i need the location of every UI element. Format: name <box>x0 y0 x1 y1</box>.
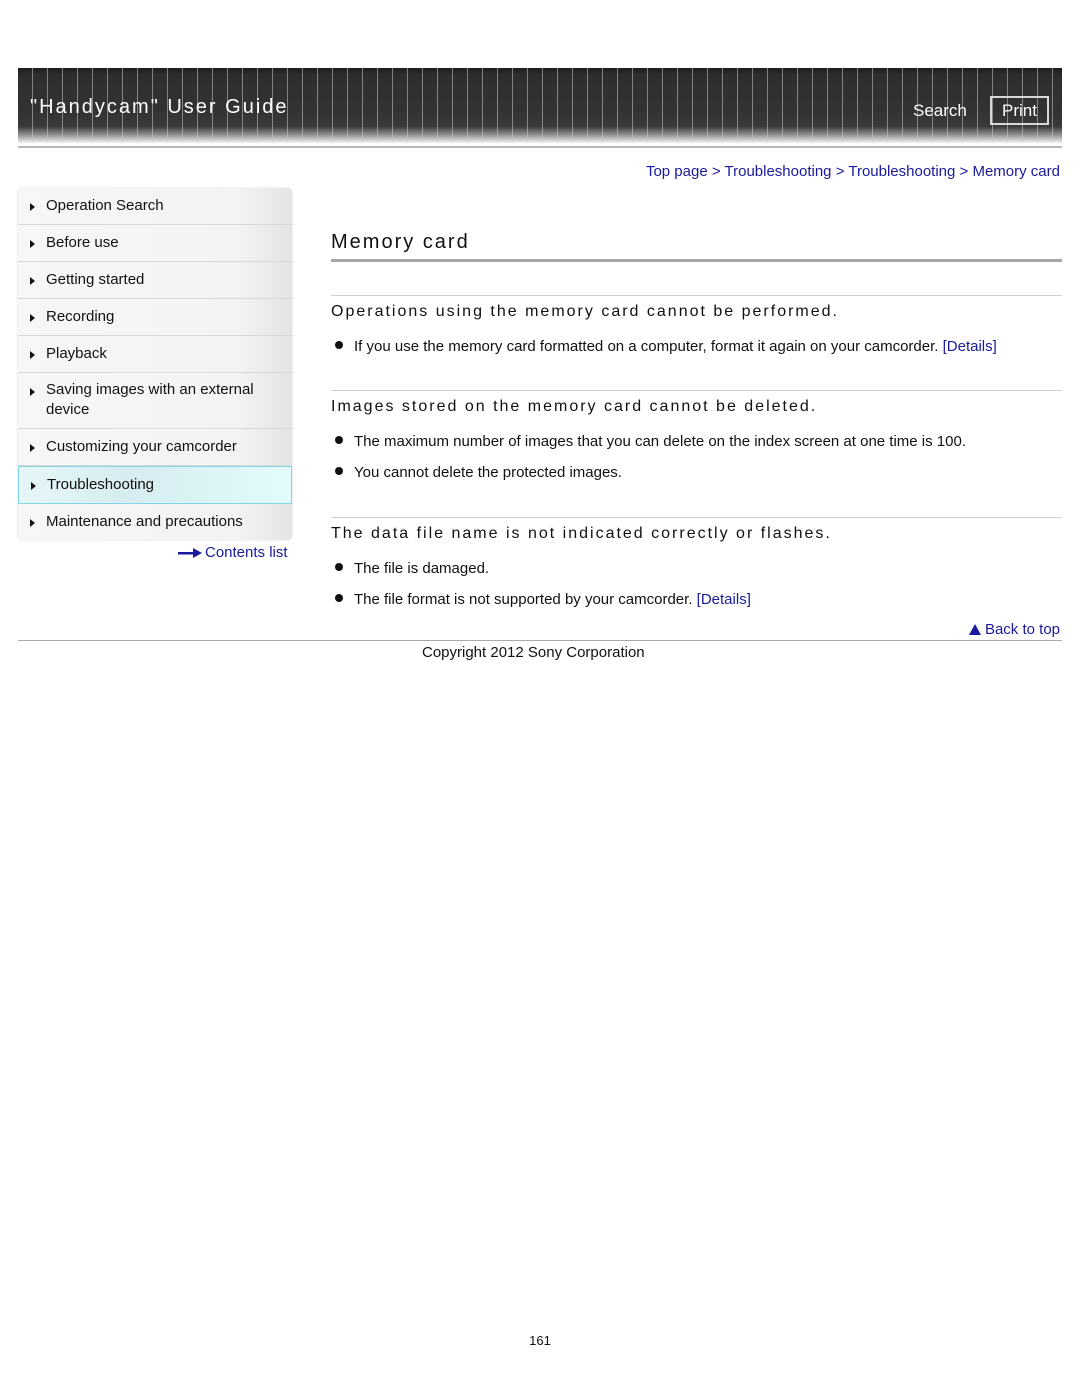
sidebar-item-label: Getting started <box>46 271 145 288</box>
breadcrumb: Top page > Troubleshooting > Troubleshoo… <box>646 163 1060 180</box>
sidebar-item-label: Before use <box>46 234 119 251</box>
title-divider <box>331 259 1062 262</box>
triangle-up-icon <box>968 624 981 635</box>
sidebar-item-label: Recording <box>46 308 115 325</box>
guide-title: "Handycam" User Guide <box>30 96 289 118</box>
list-item-text: The maximum number of images that you ca… <box>354 433 966 450</box>
list-item: If you use the memory card formatted on … <box>335 338 997 355</box>
section-divider <box>331 295 1062 296</box>
sidebar-item-label: Maintenance and precautions <box>46 513 243 530</box>
breadcrumb-separator: > <box>711 163 725 180</box>
triangle-right-icon <box>30 203 35 211</box>
breadcrumb-memory-card[interactable]: Memory card <box>972 163 1060 180</box>
triangle-right-icon <box>30 277 35 285</box>
triangle-right-icon <box>30 314 35 322</box>
bullet-icon <box>335 436 343 444</box>
triangle-right-icon <box>30 388 35 396</box>
triangle-right-icon <box>31 482 36 490</box>
contents-list-label: Contents list <box>205 544 288 561</box>
breadcrumb-troubleshooting-1[interactable]: Troubleshooting <box>725 163 832 180</box>
bullet-icon <box>335 594 343 602</box>
breadcrumb-separator: > <box>959 163 973 180</box>
breadcrumb-troubleshooting-2[interactable]: Troubleshooting <box>848 163 955 180</box>
breadcrumb-separator: > <box>835 163 849 180</box>
list-item: You cannot delete the protected images. <box>335 464 622 481</box>
sidebar-item-before-use[interactable]: Before use <box>18 225 292 262</box>
sidebar-nav: Operation Search Before use Getting star… <box>18 188 292 540</box>
section-heading: The data file name is not indicated corr… <box>331 525 832 542</box>
sidebar-item-troubleshooting[interactable]: Troubleshooting <box>18 466 292 504</box>
page-title: Memory card <box>331 231 470 253</box>
sidebar-item-label: Saving images with an external device <box>46 381 254 418</box>
sidebar-item-getting-started[interactable]: Getting started <box>18 262 292 299</box>
sidebar-item-label: Troubleshooting <box>47 476 155 493</box>
list-item: The file is damaged. <box>335 560 489 577</box>
sidebar-item-saving-images[interactable]: Saving images with an external device <box>18 373 292 429</box>
sidebar-item-label: Operation Search <box>46 197 164 214</box>
back-to-top-link[interactable]: Back to top <box>968 621 1060 638</box>
list-item-text: The file is damaged. <box>354 560 490 577</box>
page-number: 161 <box>529 1333 551 1348</box>
print-button[interactable]: Print <box>990 96 1049 125</box>
bullet-icon <box>335 563 343 571</box>
list-item-text: If you use the memory card formatted on … <box>354 338 939 355</box>
contents-list-link[interactable]: Contents list <box>178 544 288 561</box>
back-to-top-label: Back to top <box>984 621 1060 638</box>
header-divider <box>18 146 1062 148</box>
triangle-right-icon <box>30 519 35 527</box>
triangle-right-icon <box>30 444 35 452</box>
details-link[interactable]: [Details] <box>697 591 751 608</box>
section-heading: Images stored on the memory card cannot … <box>331 398 818 415</box>
section-divider <box>331 390 1062 391</box>
footer-divider <box>18 640 1062 641</box>
details-link[interactable]: [Details] <box>943 338 997 355</box>
bullet-icon <box>335 341 343 349</box>
section-heading: Operations using the memory card cannot … <box>331 303 839 320</box>
sidebar-item-recording[interactable]: Recording <box>18 299 292 336</box>
triangle-right-icon <box>30 351 35 359</box>
list-item-text: You cannot delete the protected images. <box>354 464 622 481</box>
list-item: The maximum number of images that you ca… <box>335 433 966 450</box>
sidebar-item-operation-search[interactable]: Operation Search <box>18 188 292 225</box>
arrow-right-icon <box>178 548 202 559</box>
sidebar-item-customizing[interactable]: Customizing your camcorder <box>18 429 292 466</box>
triangle-right-icon <box>30 240 35 248</box>
header-banner: "Handycam" User Guide Search Print <box>18 68 1062 143</box>
sidebar-item-label: Playback <box>46 345 107 362</box>
copyright-text: Copyright 2012 Sony Corporation <box>422 644 645 661</box>
sidebar-item-label: Customizing your camcorder <box>46 438 237 455</box>
search-button[interactable]: Search <box>913 101 967 121</box>
sidebar-item-maintenance[interactable]: Maintenance and precautions <box>18 504 292 540</box>
list-item: The file format is not supported by your… <box>335 591 751 608</box>
section-divider <box>331 517 1062 518</box>
sidebar-item-playback[interactable]: Playback <box>18 336 292 373</box>
bullet-icon <box>335 467 343 475</box>
list-item-text: The file format is not supported by your… <box>354 591 693 608</box>
breadcrumb-top-page[interactable]: Top page <box>646 163 708 180</box>
